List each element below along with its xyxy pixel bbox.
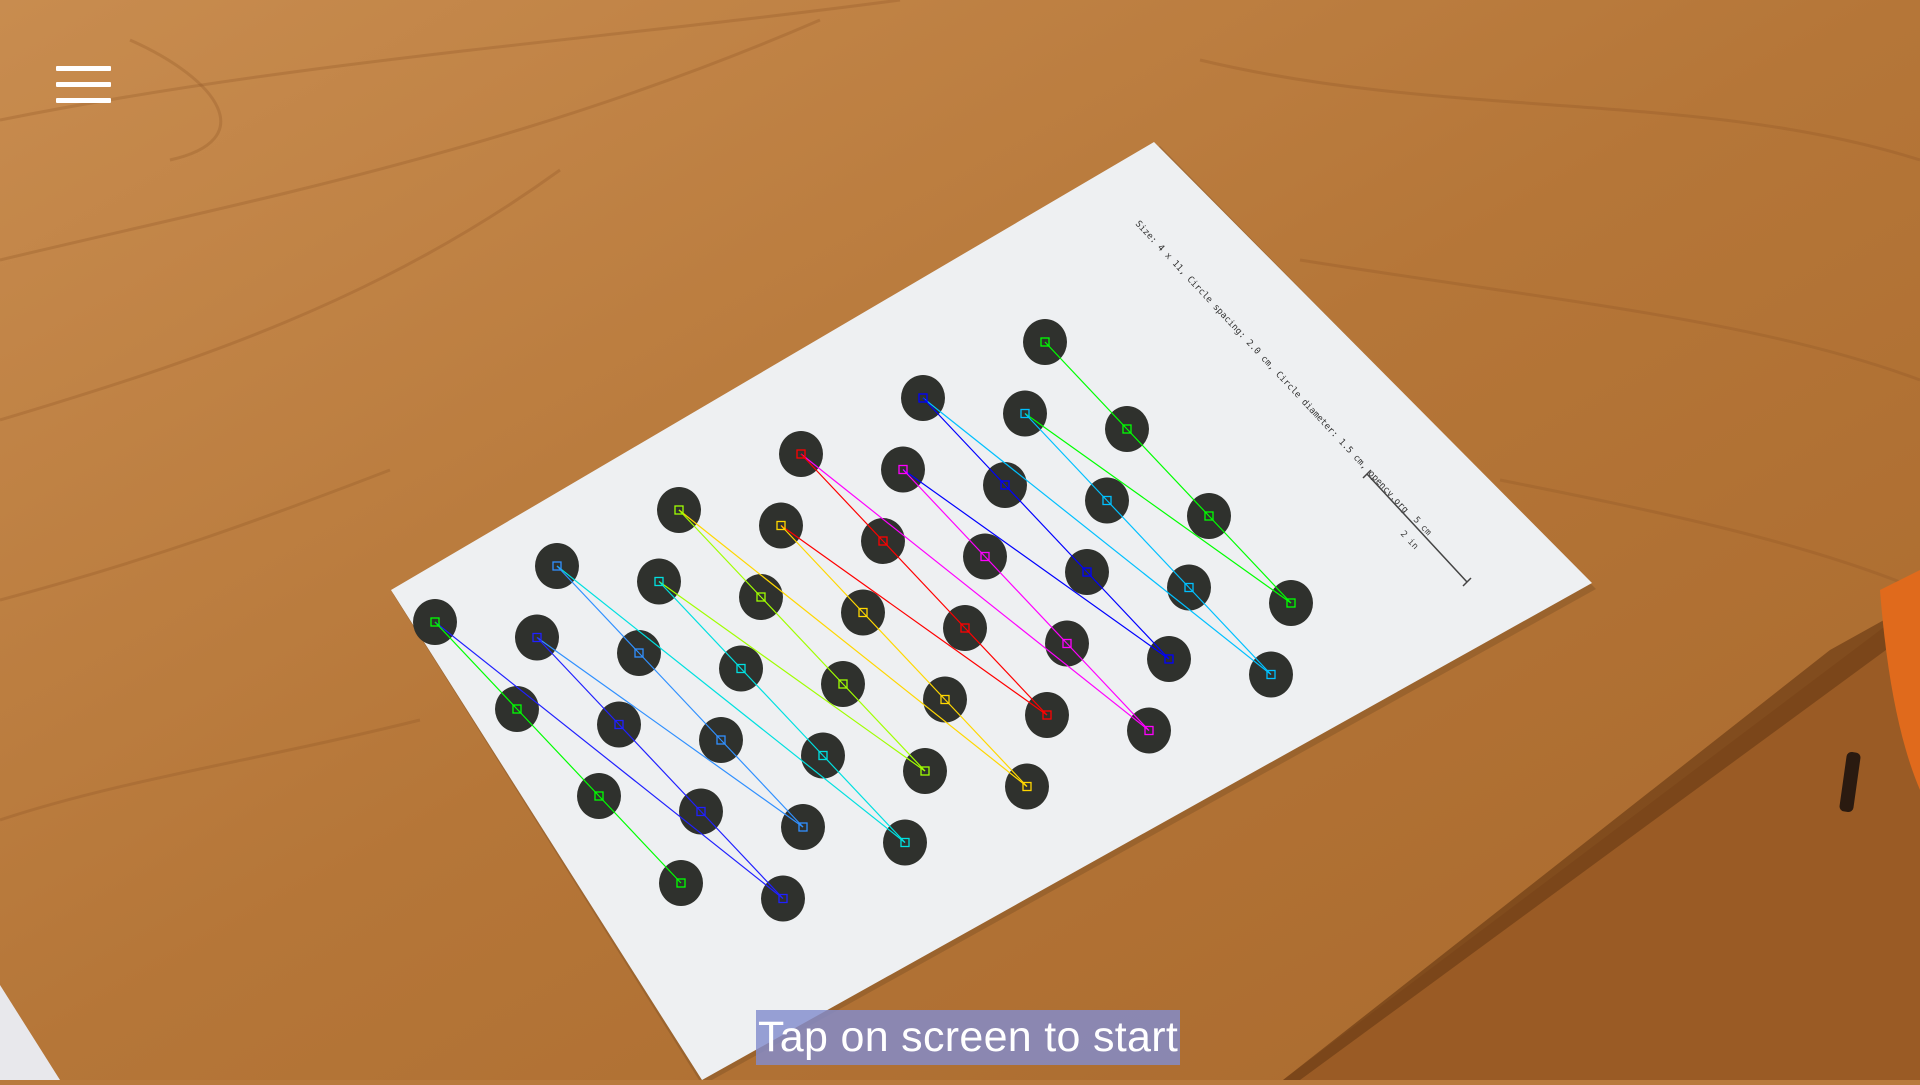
- detection-line: [1044, 341, 1128, 430]
- detection-line: [800, 453, 884, 542]
- detection-line: [618, 724, 702, 812]
- detection-line: [842, 683, 926, 772]
- tap-to-start-hint: Tap on screen to start: [756, 1010, 1181, 1065]
- detection-line: [536, 637, 804, 828]
- detection-line: [740, 668, 824, 756]
- detection-line: [1086, 571, 1170, 660]
- scale-label-in: 2 in: [1398, 529, 1420, 552]
- detection-line: [598, 795, 682, 884]
- detection-line: [1106, 500, 1190, 588]
- detection-line: [1188, 587, 1272, 675]
- detection-line: [556, 565, 640, 654]
- scale-label-cm: 5 cm: [1411, 515, 1433, 538]
- detection-line: [516, 708, 600, 797]
- detection-line: [780, 525, 1048, 716]
- detection-line: [822, 755, 906, 843]
- detection-line: [1208, 515, 1292, 604]
- detection-overlay: Size: 4 x 11, Circle spacing: 2.0 cm, Ci…: [413, 219, 1472, 922]
- detection-line: [1066, 643, 1150, 731]
- detection-line: [1126, 428, 1210, 517]
- detection-line: [658, 581, 742, 669]
- detection-line: [1004, 484, 1088, 573]
- detection-line: [658, 581, 926, 772]
- sheet-caption-text: Size: 4 x 11, Circle spacing: 2.0 cm, Ci…: [1133, 219, 1410, 515]
- detection-line: [536, 637, 620, 725]
- detection-line: [902, 469, 1170, 660]
- detection-line: [678, 509, 762, 598]
- detection-line: [922, 397, 1006, 486]
- detection-line: [760, 596, 844, 685]
- detection-line: [780, 525, 864, 613]
- menu-button[interactable]: [50, 58, 118, 110]
- detection-line: [638, 652, 722, 741]
- detection-line: [720, 739, 804, 828]
- detection-line: [1024, 413, 1292, 604]
- detection-line: [862, 612, 946, 700]
- detection-line: [964, 627, 1048, 716]
- detection-line: [902, 469, 986, 557]
- camera-view[interactable]: Size: 4 x 11, Circle spacing: 2.0 cm, Ci…: [0, 0, 1920, 1080]
- detection-line: [1024, 413, 1108, 501]
- detection-line: [944, 699, 1028, 787]
- detection-line: [700, 811, 784, 899]
- detection-line: [984, 556, 1068, 644]
- detection-line: [882, 540, 966, 629]
- pattern-circles: [413, 319, 1313, 922]
- detection-line: [434, 621, 518, 710]
